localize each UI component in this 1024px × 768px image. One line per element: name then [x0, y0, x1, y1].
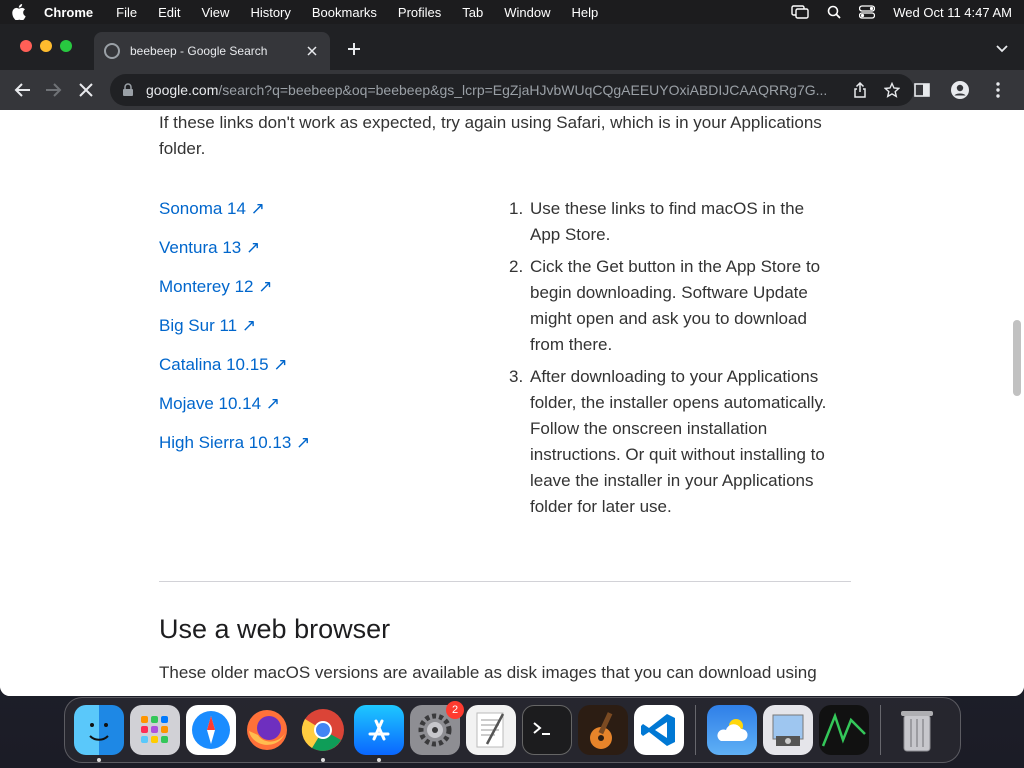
url-path: /search?q=beebeep&oq=beebeep&gs_lcrp=EgZ…: [218, 82, 828, 98]
profile-avatar-icon[interactable]: [946, 76, 974, 104]
menu-help[interactable]: Help: [572, 5, 599, 20]
share-icon[interactable]: [850, 80, 870, 100]
forward-button[interactable]: [40, 76, 68, 104]
bookmark-star-icon[interactable]: [882, 80, 902, 100]
dock: 2: [64, 697, 961, 763]
step-number: 2.: [509, 257, 524, 276]
lock-icon[interactable]: [122, 83, 136, 97]
list-item: 3. After downloading to your Application…: [509, 364, 829, 520]
garageband-icon[interactable]: [578, 705, 628, 755]
stop-loading-button[interactable]: [72, 76, 100, 104]
address-bar[interactable]: google.com/search?q=beebeep&oq=beebeep&g…: [110, 74, 914, 106]
macos-links-list: Sonoma 14 ↗ Ventura 13 ↗ Monterey 12 ↗ B…: [159, 199, 310, 472]
link-catalina[interactable]: Catalina 10.15 ↗: [159, 355, 310, 375]
vscode-icon[interactable]: [634, 705, 684, 755]
link-mojave[interactable]: Mojave 10.14 ↗: [159, 394, 310, 414]
new-tab-button[interactable]: [344, 39, 364, 59]
url-text[interactable]: google.com/search?q=beebeep&oq=beebeep&g…: [146, 82, 838, 98]
preview-icon[interactable]: [763, 705, 813, 755]
back-button[interactable]: [8, 76, 36, 104]
step-number: 3.: [509, 367, 524, 386]
link-high-sierra[interactable]: High Sierra 10.13 ↗: [159, 433, 310, 453]
link-ventura[interactable]: Ventura 13 ↗: [159, 238, 310, 258]
step-number: 1.: [509, 199, 524, 218]
loading-favicon-icon: [104, 43, 120, 59]
running-indicator: [377, 758, 381, 762]
tab-search-chevron-icon[interactable]: [994, 40, 1010, 56]
url-host: google.com: [146, 82, 219, 98]
safari-icon[interactable]: [186, 705, 236, 755]
weather-icon[interactable]: [707, 705, 757, 755]
menu-bar-clock[interactable]: Wed Oct 11 4:47 AM: [893, 5, 1012, 20]
menu-history[interactable]: History: [250, 5, 290, 20]
side-panel-icon[interactable]: [908, 76, 936, 104]
section-paragraph: These older macOS versions are available…: [159, 663, 817, 682]
browser-toolbar: google.com/search?q=beebeep&oq=beebeep&g…: [0, 70, 1024, 110]
firefox-icon[interactable]: [242, 705, 292, 755]
menu-profiles[interactable]: Profiles: [398, 5, 441, 20]
section-heading: Use a web browser: [159, 614, 391, 644]
menu-file[interactable]: File: [116, 5, 137, 20]
step-text: Use these links to find macOS in the App…: [530, 199, 805, 244]
link-monterey[interactable]: Monterey 12 ↗: [159, 277, 310, 297]
menu-bar: Chrome File Edit View History Bookmarks …: [0, 0, 1024, 24]
control-center-icon[interactable]: [859, 5, 876, 19]
intro-paragraph: If these links don't work as expected, t…: [159, 113, 822, 158]
dock-separator: [880, 705, 881, 755]
step-text: Cick the Get button in the App Store to …: [530, 257, 821, 354]
chrome-window: beebeep - Google Search google.com/searc…: [0, 24, 1024, 696]
running-indicator: [97, 758, 101, 762]
activity-monitor-icon[interactable]: [819, 705, 869, 755]
screen-mirroring-icon[interactable]: [791, 5, 809, 19]
textedit-icon[interactable]: [466, 705, 516, 755]
tab-close-icon[interactable]: [304, 43, 320, 59]
install-steps-list: 1. Use these links to find macOS in the …: [509, 196, 829, 526]
system-settings-icon[interactable]: 2: [410, 701, 464, 755]
menu-bookmarks[interactable]: Bookmarks: [312, 5, 377, 20]
list-item: 1. Use these links to find macOS in the …: [509, 196, 829, 248]
window-zoom-button[interactable]: [60, 40, 72, 52]
menu-tab[interactable]: Tab: [462, 5, 483, 20]
menu-app-name[interactable]: Chrome: [44, 5, 93, 20]
window-controls: [20, 40, 72, 52]
chrome-icon[interactable]: [298, 705, 348, 762]
menu-view[interactable]: View: [201, 5, 229, 20]
notification-badge: 2: [446, 701, 464, 719]
window-minimize-button[interactable]: [40, 40, 52, 52]
page-content: If these links don't work as expected, t…: [0, 110, 1024, 696]
finder-icon[interactable]: [74, 705, 124, 762]
apple-icon[interactable]: [12, 4, 26, 20]
launchpad-icon[interactable]: [130, 705, 180, 755]
link-sonoma[interactable]: Sonoma 14 ↗: [159, 199, 310, 219]
section-divider: [159, 581, 851, 582]
trash-icon[interactable]: [892, 705, 942, 755]
tab-active[interactable]: beebeep - Google Search: [94, 32, 330, 70]
terminal-icon[interactable]: [522, 705, 572, 755]
link-big-sur[interactable]: Big Sur 11 ↗: [159, 316, 310, 336]
menu-window[interactable]: Window: [504, 5, 550, 20]
list-item: 2. Cick the Get button in the App Store …: [509, 254, 829, 358]
tab-strip: beebeep - Google Search: [0, 24, 1024, 70]
dock-separator: [695, 705, 696, 755]
step-text: After downloading to your Applications f…: [530, 367, 827, 516]
chrome-menu-icon[interactable]: [984, 76, 1012, 104]
tab-title: beebeep - Google Search: [130, 44, 268, 58]
window-close-button[interactable]: [20, 40, 32, 52]
running-indicator: [321, 758, 325, 762]
app-store-icon[interactable]: [354, 705, 404, 762]
page-scrollbar[interactable]: [1013, 320, 1021, 396]
menu-edit[interactable]: Edit: [158, 5, 180, 20]
spotlight-search-icon[interactable]: [827, 5, 841, 19]
